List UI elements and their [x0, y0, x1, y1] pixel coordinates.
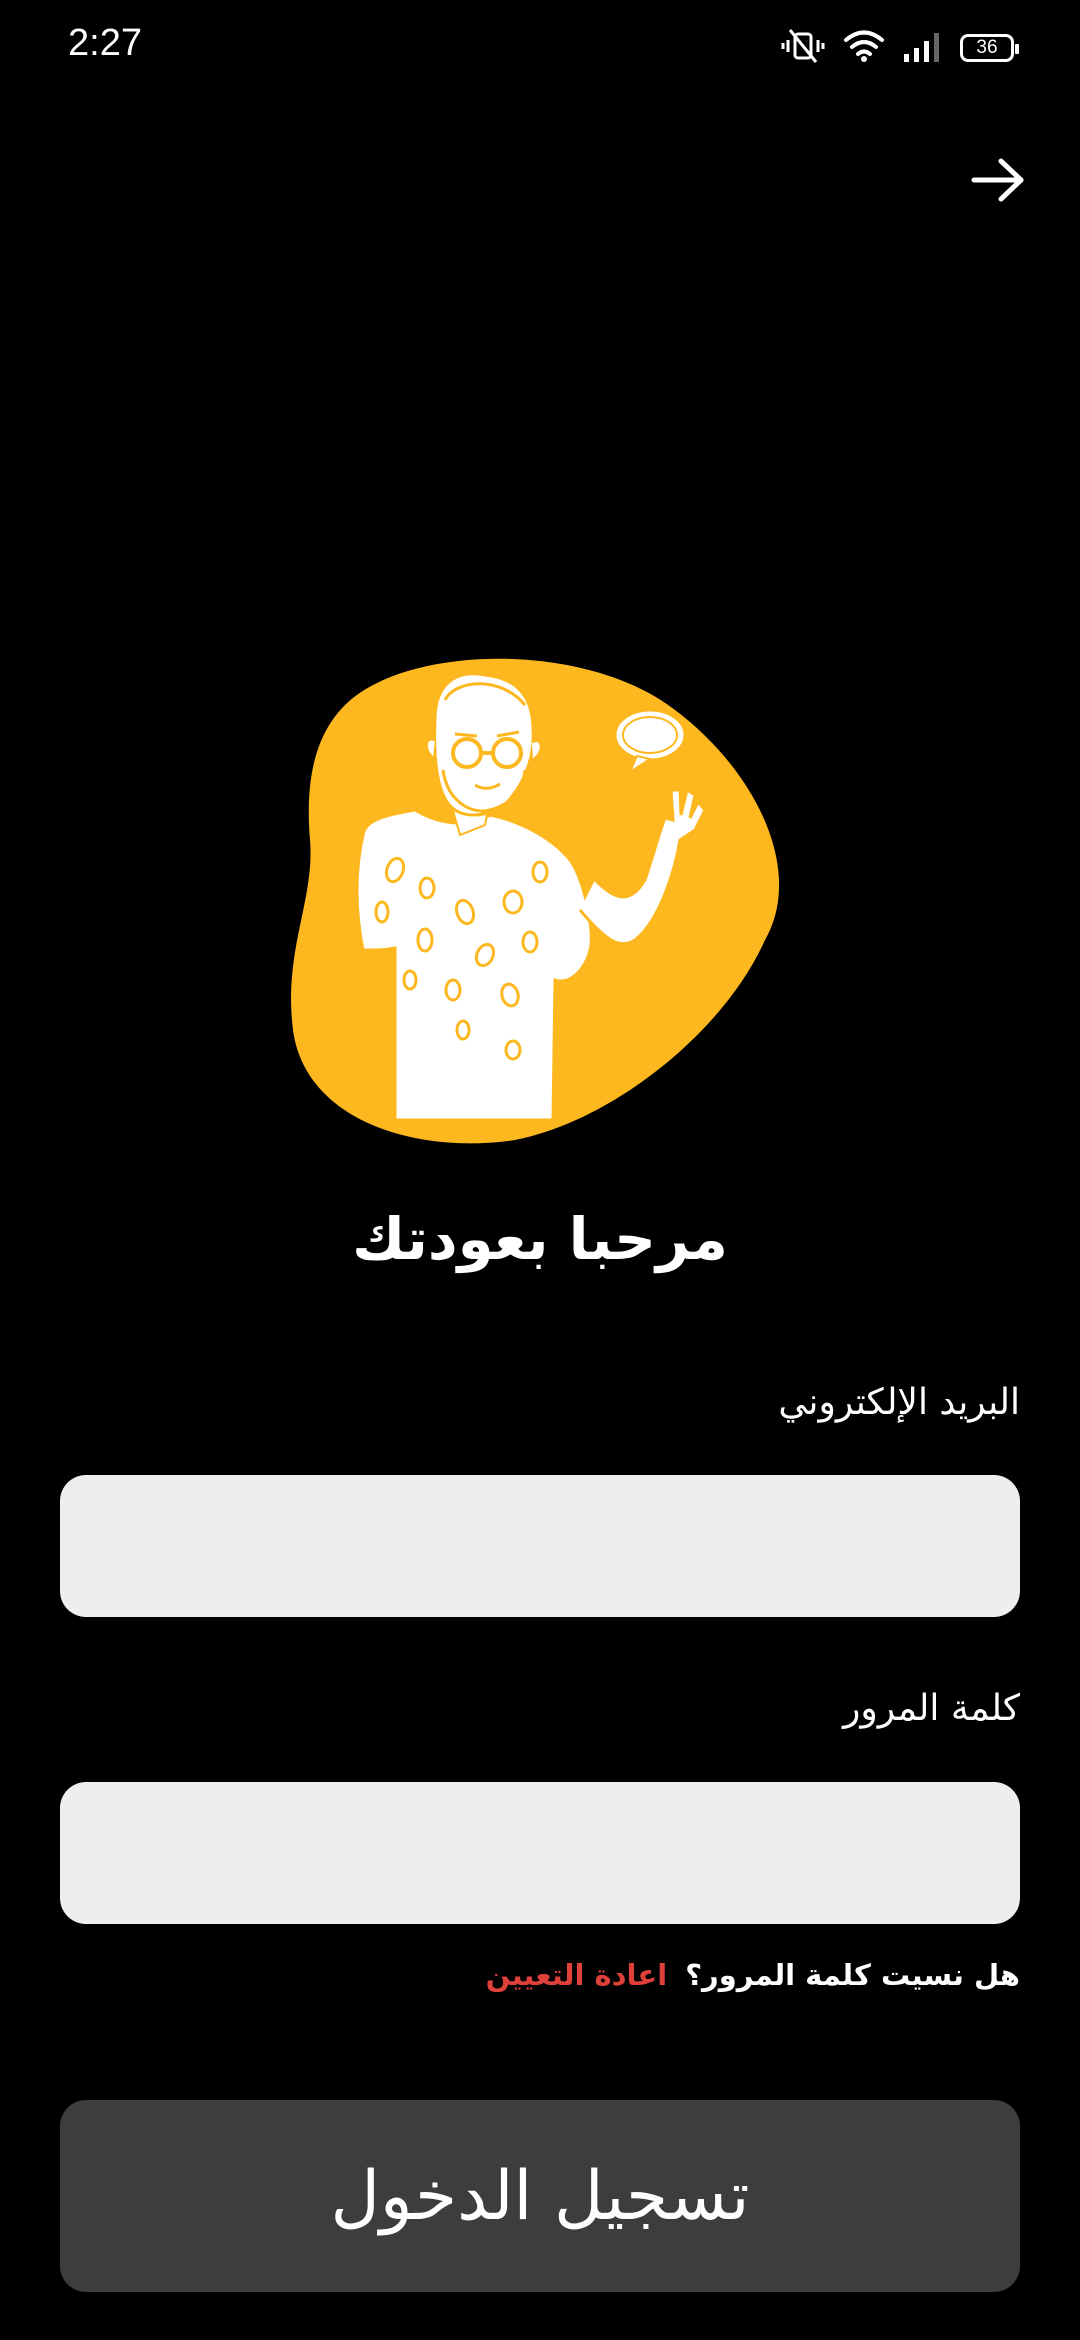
waving-man-illustration: [285, 650, 795, 1150]
battery-icon: 36: [960, 34, 1019, 62]
email-label: البريد الإلكتروني: [778, 1382, 1020, 1423]
login-button[interactable]: تسجيل الدخول: [60, 2100, 1020, 2292]
reset-password-link[interactable]: اعادة التعيين: [486, 1958, 668, 1992]
status-bar: 2:27 36: [0, 0, 1080, 96]
status-time: 2:27: [68, 22, 142, 64]
password-field[interactable]: [60, 1782, 1020, 1924]
wifi-icon: [844, 29, 884, 67]
back-arrow-icon[interactable]: [968, 150, 1028, 210]
vibrate-mute-icon: [780, 28, 826, 68]
page-title: مرحبا بعودتك: [352, 1205, 728, 1273]
status-icons: 36: [780, 28, 1019, 68]
forgot-password-question: هل نسيت كلمة المرور؟: [685, 1958, 1020, 1992]
signal-icon: [902, 30, 942, 66]
email-field[interactable]: [60, 1475, 1020, 1617]
password-label: كلمة المرور: [842, 1688, 1020, 1729]
forgot-password-row: هل نسيت كلمة المرور؟ اعادة التعيين: [486, 1958, 1020, 1992]
